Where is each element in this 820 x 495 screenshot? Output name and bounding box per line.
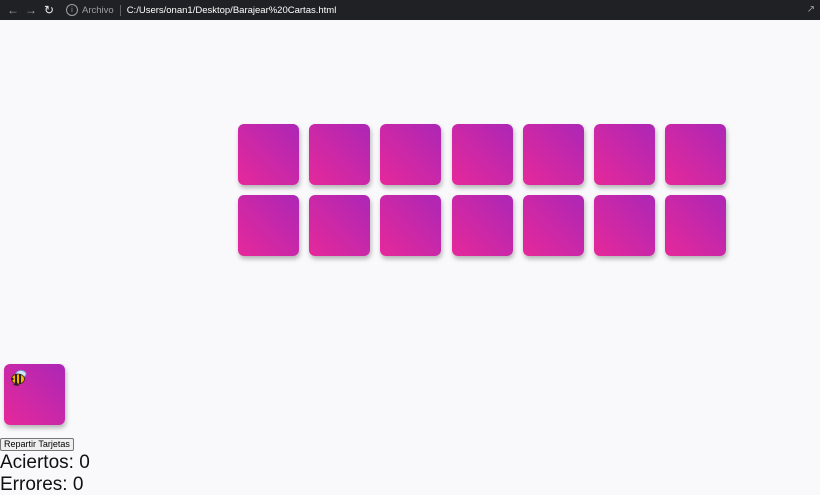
deck-card[interactable] (4, 364, 65, 425)
memory-card[interactable] (380, 195, 442, 256)
memory-card[interactable] (309, 195, 371, 256)
share-icon[interactable]: ↗ (805, 4, 817, 16)
memory-card[interactable] (522, 195, 584, 256)
memory-card[interactable] (522, 124, 584, 185)
misses-counter: Errores: 0 (0, 474, 84, 495)
bee-icon (11, 370, 27, 386)
memory-card[interactable] (451, 195, 513, 256)
browser-toolbar: ← → ↻ i Archivo C:/Users/onan1/Desktop/B… (0, 0, 820, 20)
reload-icon[interactable]: ↻ (40, 1, 58, 19)
memory-card[interactable] (451, 124, 513, 185)
back-arrow-icon[interactable]: ← (4, 1, 22, 19)
memory-card[interactable] (665, 195, 727, 256)
address-bar-url[interactable]: C:/Users/onan1/Desktop/Barajear%20Cartas… (127, 5, 337, 16)
memory-card[interactable] (593, 124, 655, 185)
memory-card[interactable] (665, 124, 727, 185)
deal-cards-button[interactable]: Repartir Tarjetas (0, 438, 74, 451)
memory-card[interactable] (309, 124, 371, 185)
forward-arrow-icon[interactable]: → (22, 1, 40, 19)
origin-label: Archivo (82, 4, 114, 16)
hits-counter: Aciertos: 0 (0, 452, 90, 473)
memory-card[interactable] (593, 195, 655, 256)
info-icon[interactable]: i (66, 4, 78, 16)
memory-card[interactable] (238, 124, 299, 185)
memory-card[interactable] (380, 124, 442, 185)
card-board (238, 124, 727, 256)
address-separator (119, 4, 121, 16)
memory-card[interactable] (238, 195, 299, 256)
